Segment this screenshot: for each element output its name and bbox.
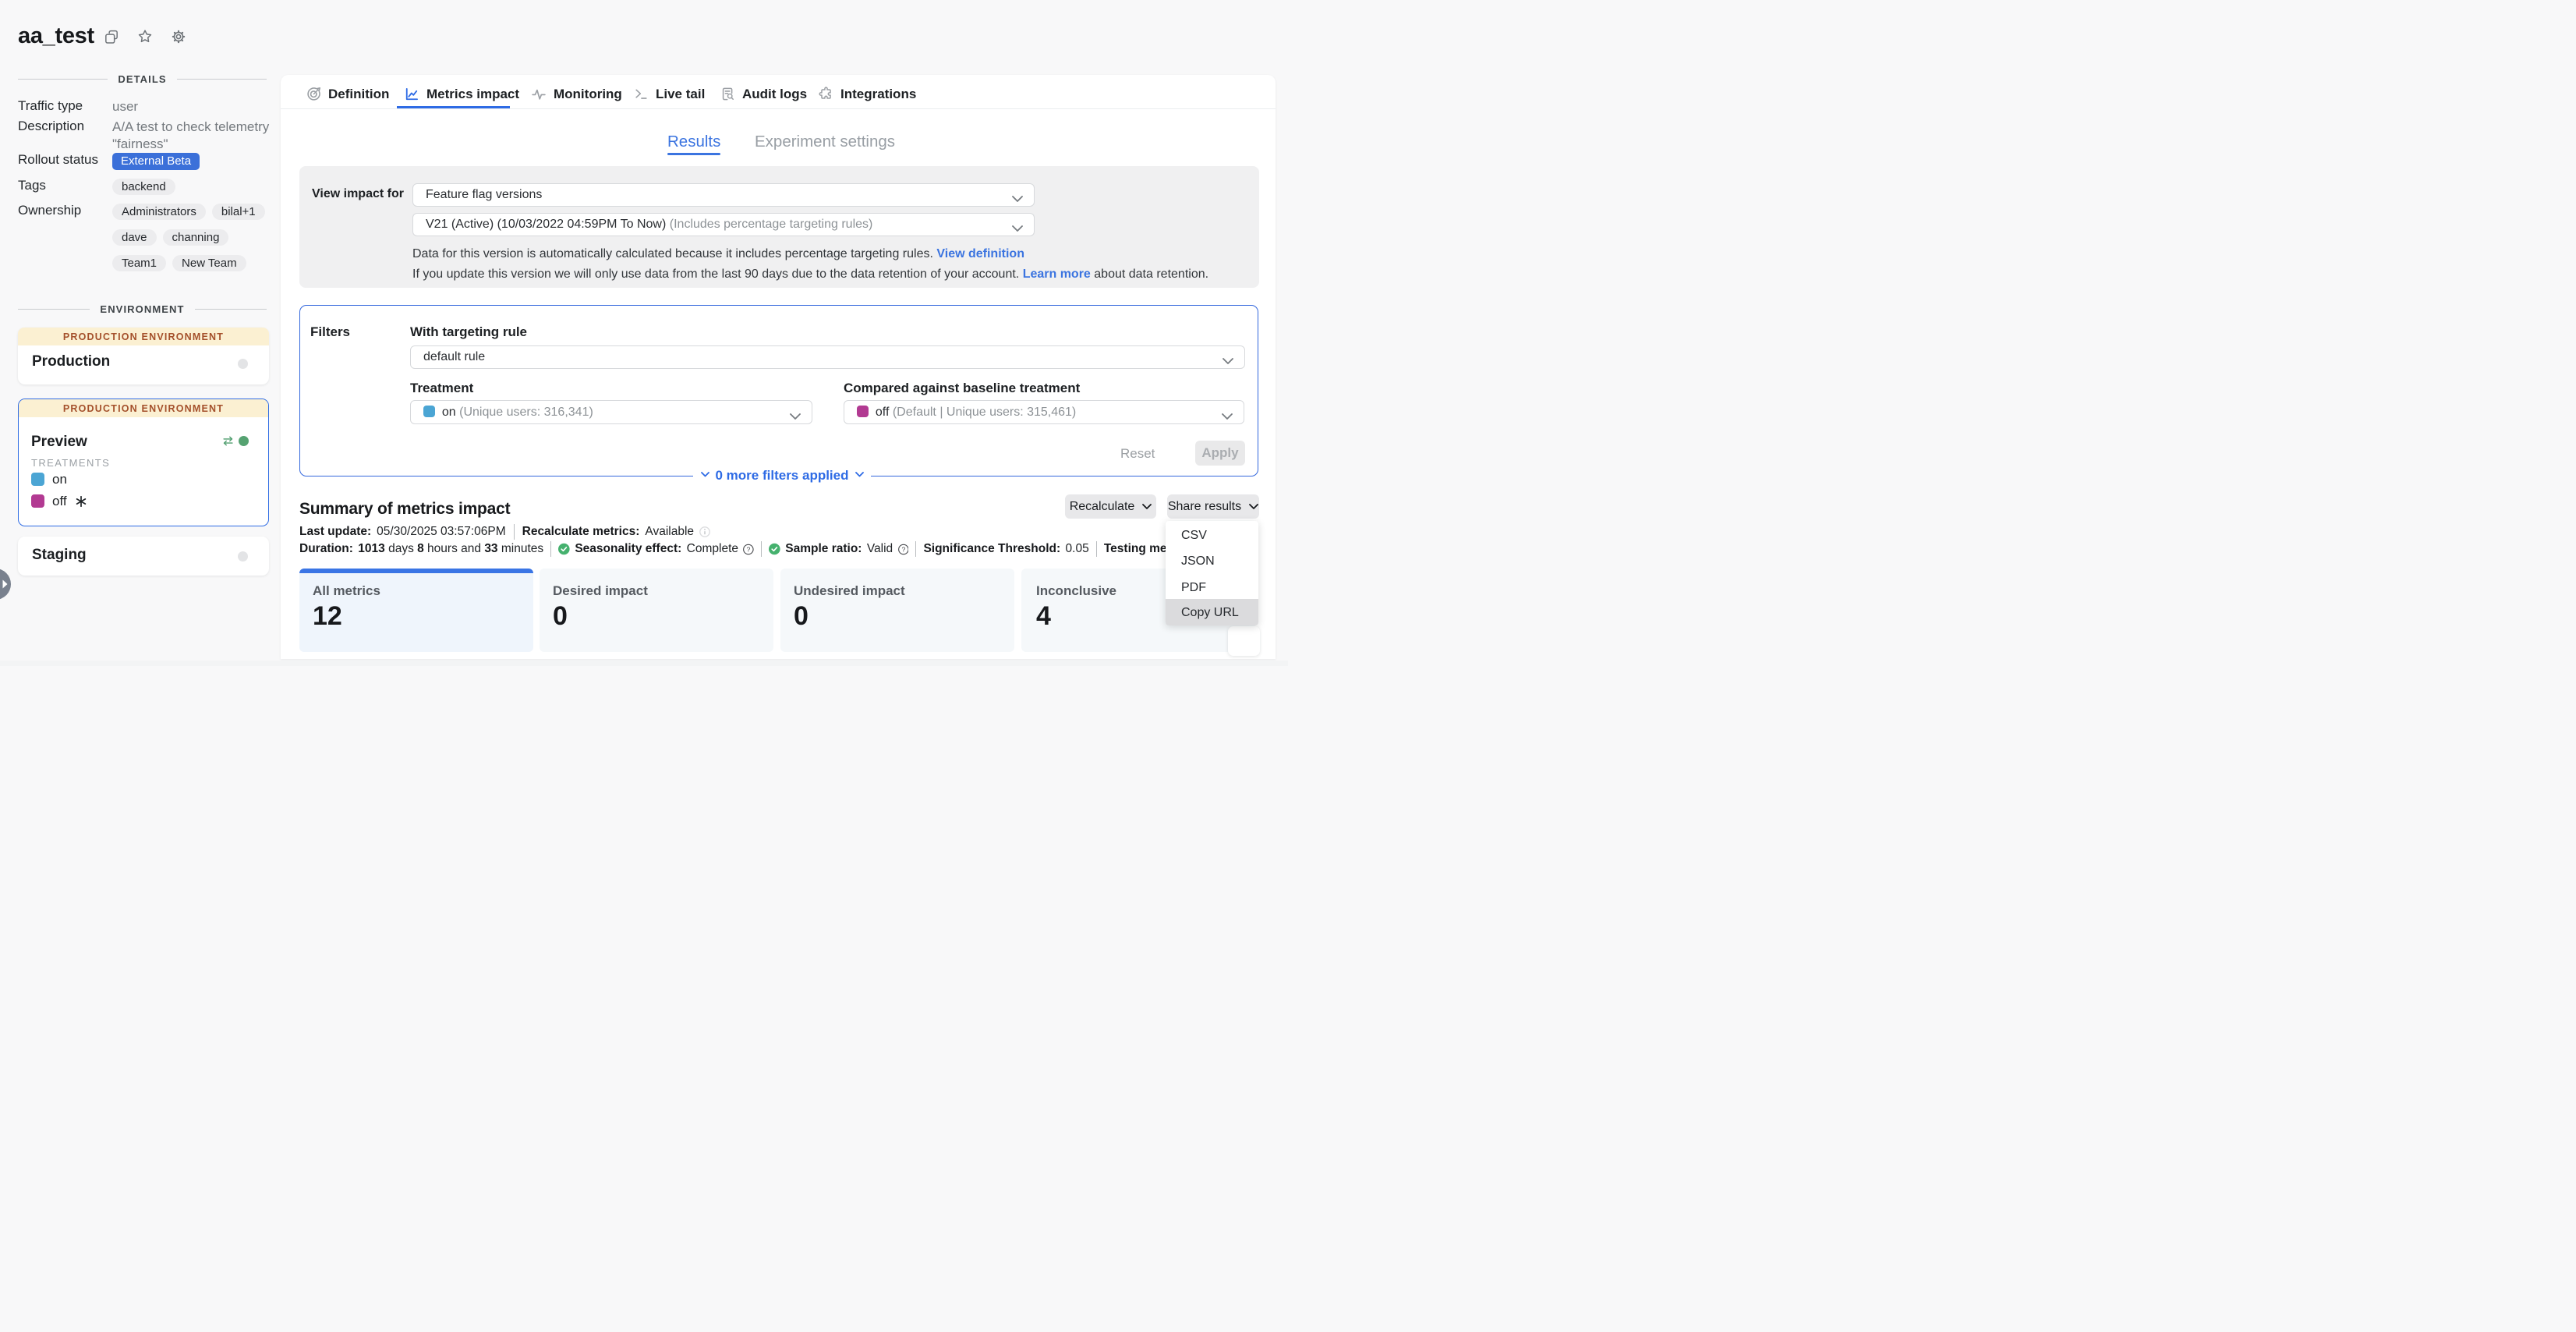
svg-text:?: ? bbox=[747, 545, 751, 553]
svg-text:?: ? bbox=[901, 545, 905, 553]
